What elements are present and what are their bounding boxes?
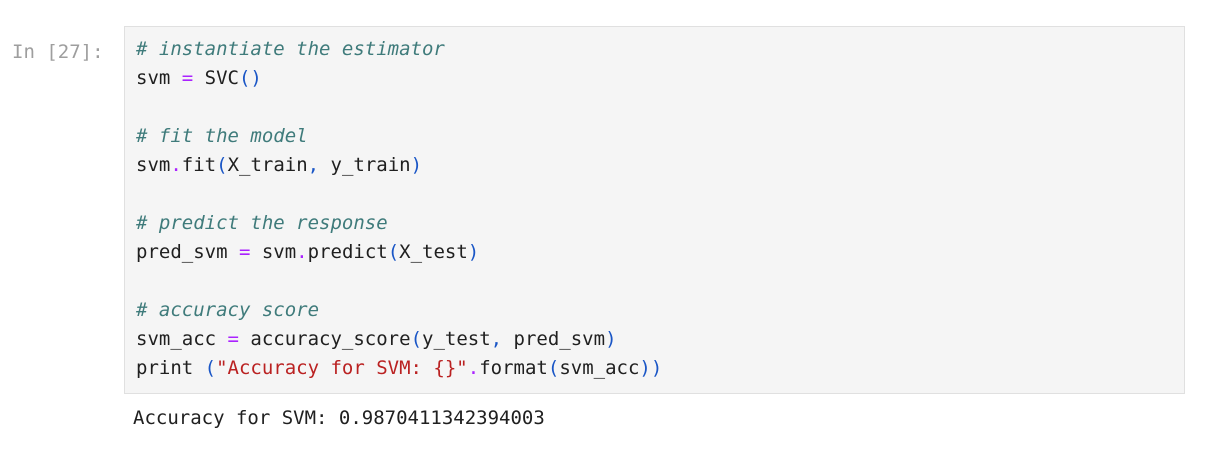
code-token-paren: ( bbox=[387, 241, 400, 263]
code-token-comment: # fit the model bbox=[136, 125, 308, 147]
code-token-paren: () bbox=[238, 67, 262, 89]
code-line: # accuracy score bbox=[136, 296, 662, 325]
code-token-name: pred_svm bbox=[502, 328, 606, 350]
code-token-name: svm_acc bbox=[559, 357, 640, 379]
code-token-op: = bbox=[227, 328, 239, 350]
code-token-name: y_train bbox=[319, 154, 411, 176]
code-token-name: svm bbox=[136, 67, 182, 89]
code-token-paren: , bbox=[490, 328, 503, 350]
code-token-name: accuracy_score bbox=[238, 328, 411, 350]
code-token-paren: ( bbox=[410, 328, 423, 350]
code-token-op: = bbox=[181, 67, 194, 89]
code-token-paren: ) bbox=[605, 328, 617, 350]
code-token-dot: . bbox=[170, 154, 182, 176]
code-token-paren: ( bbox=[216, 154, 228, 176]
code-token-dot: . bbox=[296, 241, 308, 263]
code-line: # predict the response bbox=[136, 209, 662, 238]
code-line: svm = SVC() bbox=[136, 64, 662, 93]
code-editor[interactable]: # instantiate the estimator svm = SVC() # … bbox=[136, 35, 662, 383]
code-line: # instantiate the estimator bbox=[136, 35, 662, 64]
code-token-paren: ( bbox=[547, 357, 560, 379]
code-token-name: svm_acc bbox=[136, 328, 228, 350]
code-token-op: = bbox=[238, 241, 251, 263]
code-input-area[interactable]: # instantiate the estimator svm = SVC() # … bbox=[124, 26, 1185, 394]
input-prompt: In [27]: bbox=[12, 41, 104, 63]
code-token-paren: ) bbox=[410, 154, 423, 176]
code-line: # fit the model bbox=[136, 122, 662, 151]
code-token-comment: # predict the response bbox=[136, 212, 388, 234]
code-token-name: svm bbox=[136, 154, 171, 176]
code-token-comment: # instantiate the estimator bbox=[136, 38, 445, 60]
notebook-code-cell[interactable]: In [27]: # instantiate the estimator svm … bbox=[0, 0, 1213, 461]
code-token-name: format bbox=[479, 357, 548, 379]
code-token-paren: , bbox=[307, 154, 320, 176]
code-token-name: SVC bbox=[193, 67, 239, 89]
code-token-paren: )) bbox=[639, 357, 663, 379]
code-token-name: predict bbox=[307, 241, 388, 263]
code-token-paren: ) bbox=[467, 241, 480, 263]
code-line: print ("Accuracy for SVM: {}".format(svm… bbox=[136, 354, 662, 383]
code-token-name: X_test bbox=[399, 241, 468, 263]
code-token-comment: # accuracy score bbox=[136, 299, 320, 321]
code-token-name: fit bbox=[181, 154, 217, 176]
code-token-paren: ( bbox=[204, 357, 217, 379]
code-line: pred_svm = svm.predict(X_test) bbox=[136, 238, 662, 267]
code-token-dot: . bbox=[467, 357, 480, 379]
code-token-name: svm bbox=[250, 241, 297, 263]
code-token-str: "Accuracy for SVM: {}" bbox=[216, 357, 468, 379]
code-token-name: print bbox=[136, 357, 205, 379]
code-token-name: pred_svm bbox=[136, 241, 239, 263]
cell-output: Accuracy for SVM: 0.9870411342394003 bbox=[133, 407, 545, 429]
code-line: svm_acc = accuracy_score(y_test, pred_sv… bbox=[136, 325, 662, 354]
code-token-name: y_test bbox=[422, 328, 491, 350]
code-token-name: X_train bbox=[227, 154, 308, 176]
code-line: svm.fit(X_train, y_train) bbox=[136, 151, 662, 180]
